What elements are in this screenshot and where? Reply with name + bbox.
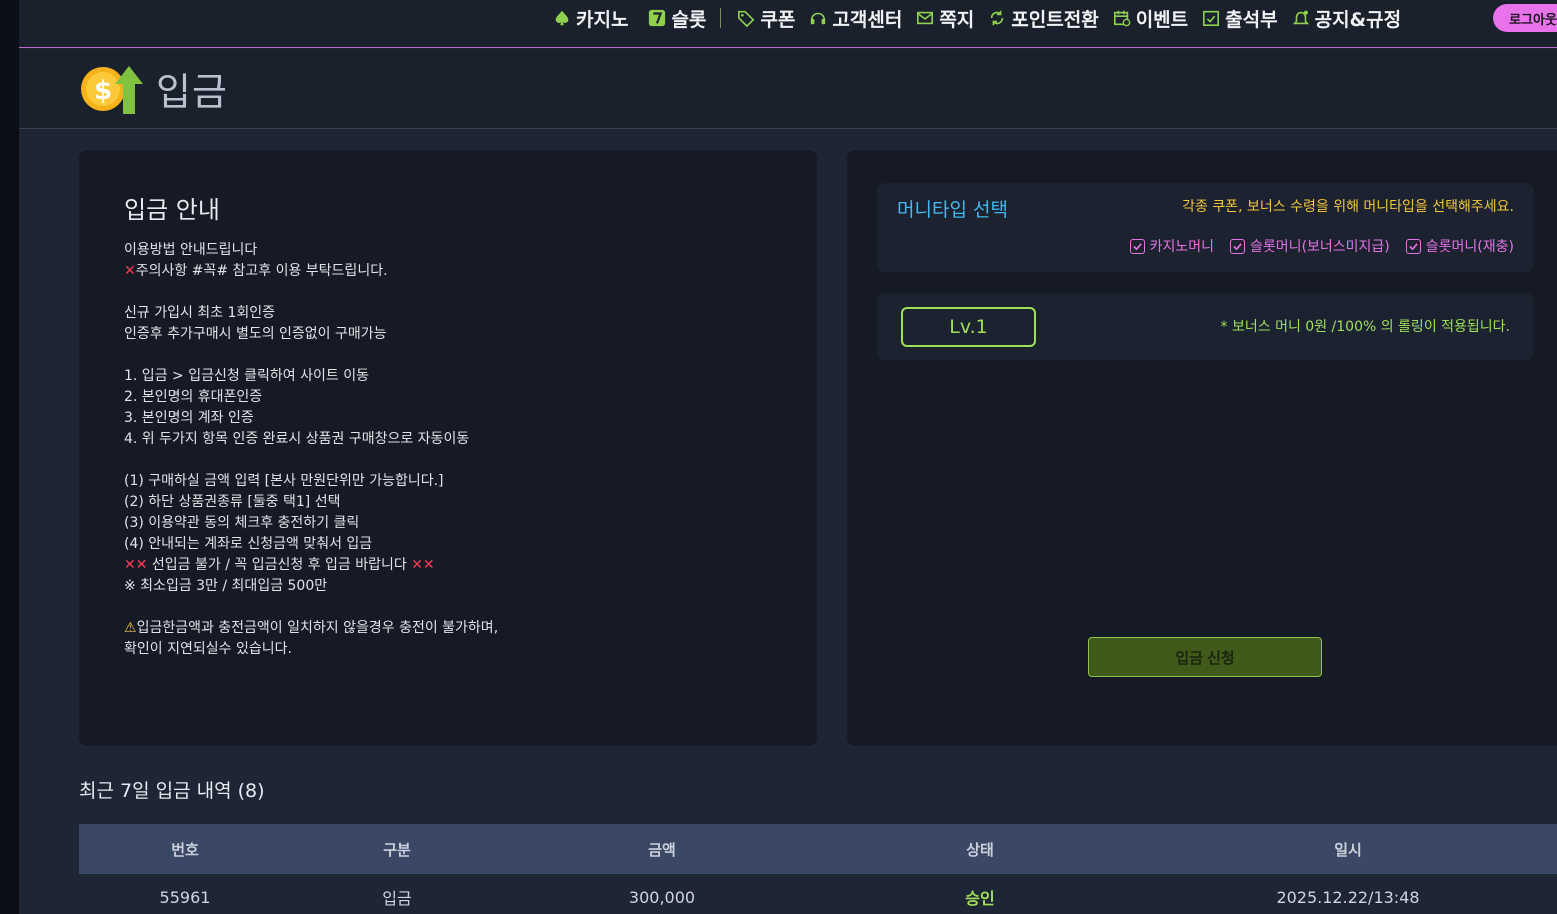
guide-line: (3) 이용약관 동의 체크후 충전하기 클릭 [124,515,360,531]
guide-line-caution: ✕주의사항 #꼭# 참고후 이용 부탁드립니다. [124,261,784,282]
money-type-option-slot-recharge[interactable]: 슬롯머니(재충) [1405,236,1514,256]
cell-amount: 300,000 [628,887,696,907]
column-header-status: 상태 [966,840,994,859]
option-label: 카지노머니 [1149,239,1215,255]
checkbox-icon [1405,238,1421,254]
nav-item-label: 포인트전환 [1011,8,1099,31]
left-edge-strip [0,0,19,914]
guide-line: (2) 하단 상품권종류 [둘중 택1] 선택 [124,494,341,510]
nav-divider [720,8,722,28]
guide-line: (4) 안내되는 계좌로 신청금액 맞춰서 입금 [124,536,373,552]
guide-spacer [124,345,784,366]
nav-item-label: 카지노 [576,8,629,31]
refresh-icon [991,10,1004,26]
nav-item-label: 슬롯 [671,8,707,31]
level-badge: Lv.1 [901,307,1036,347]
nav-item-label: 공지&규정 [1314,8,1402,31]
page-title: 입금 [156,70,228,114]
cross-mark-icon: ✕ [124,263,136,279]
nav-item-attendance[interactable]: 출석부 [1202,5,1278,32]
guide-spacer [124,597,784,618]
guide-line: 이용방법 안내드립니다 [124,242,258,258]
money-type-title: 머니타입 선택 [897,199,1008,221]
money-type-box: 머니타입 선택 각종 쿠폰, 보너스 수령을 위해 머니타입을 선택해주세요. … [877,183,1534,272]
tag-icon [738,10,755,27]
guide-spacer [124,450,784,471]
level-box: Lv.1 * 보너스 머니 0원 /100% 의 롤링이 적용됩니다. [877,293,1534,360]
guide-line: 신규 가입시 최초 1회인증 [124,305,276,321]
deposit-coin-icon: $ [81,66,143,114]
warning-icon: ⚠ [124,620,137,636]
column-header-type: 구분 [383,840,411,859]
table-header: 번호 구분 금액 상태 일시 [79,824,1557,874]
nav-item-event[interactable]: 이벤트 [1113,5,1188,32]
option-label: 슬롯머니(보너스미지급) [1250,239,1390,255]
guide-line: 2. 본인명의 휴대폰인증 [124,389,263,405]
nav-item-notice[interactable]: 공지&규정 [1292,5,1402,32]
svg-text:$: $ [94,76,112,106]
guide-line-text: 입금한금액과 충전금액이 일치하지 않을경우 충전이 불가하며, [136,620,499,636]
deposit-request-button[interactable]: 입금 신청 [1088,637,1322,677]
guide-line: 3. 본인명의 계좌 인증 [124,410,254,426]
table-row: 55961 입금 300,000 승인 2025.12.22/13:48 [79,874,1557,914]
cell-date: 2025.12.22/13:48 [1276,887,1420,907]
guide-line: 1. 입금 > 입금신청 클릭하여 사이트 이동 [124,368,369,384]
nav-item-label: 고객센터 [832,8,903,31]
spade-icon [555,10,569,26]
money-type-option-casino[interactable]: 카지노머니 [1129,236,1215,256]
nav-item-point-exchange[interactable]: 포인트전환 [988,5,1099,32]
guide-line-warning: ⚠입금한금액과 충전금액이 일치하지 않을경우 충전이 불가하며, [124,618,784,639]
deposit-guide-panel: 입금 안내 이용방법 안내드립니다 ✕주의사항 #꼭# 참고후 이용 부탁드립니… [79,150,817,746]
page-header: $ 입금 [19,49,1557,129]
cross-mark-icon: ✕✕ [124,557,148,573]
mail-icon [917,11,934,25]
guide-spacer [124,282,784,303]
column-header-number: 번호 [171,840,199,859]
nav-item-casino[interactable]: 카지노 [553,5,628,32]
guide-line: ※ 최소입금 3만 / 최대입금 500만 [124,578,328,594]
nav-item-label: 이벤트 [1135,8,1189,31]
nav-menu: 카지노 슬롯 쿠폰 고객센터 쪽지 포인트전환 이벤트 출석부 공지&규정 [553,4,1415,32]
check-calendar-icon [1203,10,1220,27]
nav-item-label: 쿠폰 [760,8,796,31]
headset-icon [811,12,826,25]
cell-status: 승인 [965,889,995,908]
history-table: 번호 구분 금액 상태 일시 55961 입금 300,000 승인 2025.… [79,824,1557,914]
guide-title: 입금 안내 [124,196,220,224]
checkbox-icon [1230,238,1246,254]
column-header-amount: 금액 [648,840,676,859]
money-type-hint: 각종 쿠폰, 보너스 수령을 위해 머니타입을 선택해주세요. [1182,199,1514,215]
checkbox-icon [1129,238,1145,254]
bell-icon [1292,10,1309,25]
nav-item-slot[interactable]: 슬롯 [648,5,706,32]
nav-item-label: 출석부 [1225,8,1278,31]
deposit-form-panel: 머니타입 선택 각종 쿠폰, 보너스 수령을 위해 머니타입을 선택해주세요. … [847,150,1557,746]
history-title: 최근 7일 입금 내역 (8) [79,780,265,802]
guide-line: 확인이 지연되실수 있습니다. [124,641,292,657]
guide-body: 이용방법 안내드립니다 ✕주의사항 #꼭# 참고후 이용 부탁드립니다. 신규 … [124,240,784,660]
money-type-options: 카지노머니 슬롯머니(보너스미지급) 슬롯머니(재충) [1129,236,1514,256]
guide-line-text: 주의사항 #꼭# 참고후 이용 부탁드립니다. [135,263,388,279]
money-type-option-slot-no-bonus[interactable]: 슬롯머니(보너스미지급) [1230,236,1390,256]
nav-item-message[interactable]: 쪽지 [916,5,974,32]
guide-line-text: 선입금 불가 / 꼭 입금신청 후 입금 바랍니다 [151,557,407,573]
nav-item-support[interactable]: 고객센터 [809,5,902,32]
level-bonus-note: * 보너스 머니 0원 /100% 의 롤링이 적용됩니다. [1220,319,1510,335]
option-label: 슬롯머니(재충) [1425,239,1514,255]
cross-mark-icon: ✕✕ [411,557,435,573]
logout-button[interactable]: 로그아웃 [1493,4,1557,32]
calendar-icon [1113,10,1131,27]
top-navigation-bar: 카지노 슬롯 쿠폰 고객센터 쪽지 포인트전환 이벤트 출석부 공지&규정 로그… [19,0,1557,48]
guide-line: (1) 구매하실 금액 입력 [본사 만원단위만 가능합니다.] [124,473,444,489]
nav-item-coupon[interactable]: 쿠폰 [737,5,795,32]
nav-item-label: 쪽지 [939,8,975,31]
guide-line: 4. 위 두가지 항목 인증 완료시 상품권 구매창으로 자동이동 [124,431,470,447]
guide-line: 인증후 추가구매시 별도의 인증없이 구매가능 [124,326,387,342]
slot-seven-icon [649,9,666,27]
guide-line-no-prepay: ✕✕ 선입금 불가 / 꼭 입금신청 후 입금 바랍니다 ✕✕ [124,555,784,576]
cell-number: 55961 [159,887,211,907]
column-header-date: 일시 [1334,840,1362,859]
cell-type: 입금 [382,889,412,908]
